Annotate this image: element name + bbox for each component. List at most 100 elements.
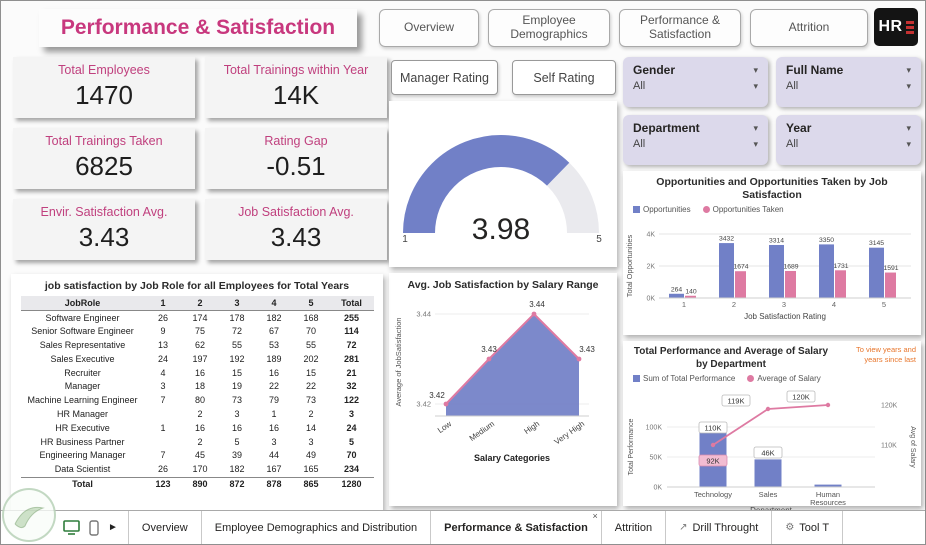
rating-gauge: 3.98 1 5 <box>402 135 602 246</box>
line-point-technology[interactable] <box>710 442 716 448</box>
bar-opportunities-taken-2[interactable] <box>735 271 746 299</box>
chevron-down-icon[interactable]: ▾ <box>753 139 758 150</box>
satisfaction-area[interactable] <box>446 314 579 417</box>
point-very-high[interactable] <box>576 356 582 362</box>
chart-label: 3314 <box>769 238 784 245</box>
column-header-jobrole[interactable]: JobRole <box>20 296 145 312</box>
desktop-view-icon[interactable] <box>63 520 80 535</box>
leaf-icon <box>14 506 45 529</box>
slicer-year[interactable]: Year ▾ All ▾ <box>776 115 921 165</box>
salary-satisfaction-chart: 3.44 3.423.42 Low 3.43 Medium 3.44 High 3.43 Ver… <box>394 300 595 463</box>
tab-scroll-right-icon[interactable]: ► <box>108 522 118 533</box>
chevron-down-icon[interactable]: ▾ <box>906 81 911 92</box>
line-point-human-resources[interactable] <box>825 402 831 408</box>
table-row-recruiter[interactable]: Recruiter 4 16 15 16 15 21 <box>21 366 374 380</box>
slicer-value-row[interactable]: All ▾ <box>786 80 911 92</box>
chart-label: Total Performance <box>628 418 635 475</box>
cell: 3 <box>308 436 314 447</box>
nav-button-employee-demographics[interactable]: Employee Demographics <box>488 9 610 47</box>
page-tab-performance-satisfaction[interactable]: Performance & Satisfaction × <box>430 511 601 544</box>
chevron-down-icon[interactable]: ▾ <box>753 65 758 76</box>
point-high[interactable] <box>531 311 537 317</box>
point-low[interactable] <box>443 401 449 407</box>
cell: 197 <box>192 353 208 364</box>
table-row-data-scientist[interactable]: Data Scientist 26 170 182 167 165 234 <box>21 463 374 477</box>
chevron-down-icon[interactable]: ▾ <box>906 65 911 76</box>
table-row-senior-software-engineer[interactable]: Senior Software Engineer 9 75 72 67 70 114 <box>21 325 374 339</box>
self-rating-button[interactable]: Self Rating <box>511 60 616 95</box>
bar-opportunities-2[interactable] <box>719 243 734 299</box>
chart-shape <box>712 404 829 446</box>
chevron-down-icon[interactable]: ▾ <box>906 123 911 134</box>
table-row-machine-learning-engineer[interactable]: Machine Learning Engineer 7 80 73 79 73 122 <box>21 394 374 408</box>
slicer-label: Full Name <box>786 63 844 77</box>
page-tab-tool-t[interactable]: ⚙ Tool T <box>771 511 844 544</box>
table-row-sales-representative[interactable]: Sales Representative 13 62 55 53 55 72 <box>21 339 374 353</box>
point-medium[interactable] <box>486 356 492 362</box>
bar-opportunities-taken-3[interactable] <box>785 271 796 299</box>
bar-sales[interactable] <box>754 459 782 487</box>
chevron-down-icon[interactable]: ▾ <box>906 139 911 150</box>
cell: 67 <box>268 326 279 337</box>
table-row-engineering-manager[interactable]: Engineering Manager 7 45 39 44 49 70 <box>21 449 374 463</box>
column-header-5[interactable]: 5 <box>292 296 330 312</box>
close-icon[interactable]: × <box>593 511 598 521</box>
opportunities-chart-card: Opportunities and Opportunities Taken by… <box>623 171 921 335</box>
chart-label: 0K <box>653 485 662 492</box>
table-row-sales-executive[interactable]: Sales Executive 24 197 192 189 202 281 <box>21 352 374 366</box>
slicer-gender[interactable]: Gender ▾ All ▾ <box>623 57 768 107</box>
page-tab-employee-demographics-and-distribution[interactable]: Employee Demographics and Distribution <box>200 511 430 544</box>
page-tab-drill-throught[interactable]: ↗ Drill Throught <box>665 511 771 544</box>
chevron-down-icon[interactable]: ▾ <box>753 123 758 134</box>
slicer-value-row[interactable]: All ▾ <box>633 80 758 92</box>
cell: 70 <box>346 450 357 461</box>
bar-opportunities-4[interactable] <box>819 244 834 299</box>
manager-rating-gauge-card: 3.98 1 5 <box>389 101 617 267</box>
bar-opportunities-1[interactable] <box>669 294 684 299</box>
cell: 182 <box>266 312 282 323</box>
bar-opportunities-5[interactable] <box>869 247 884 299</box>
cell: 1280 <box>329 476 374 492</box>
line-point-sales[interactable] <box>765 406 771 412</box>
cell: 15 <box>305 367 316 378</box>
column-header-4[interactable]: 4 <box>255 296 293 312</box>
table-row-hr-executive[interactable]: HR Executive 1 16 16 16 14 24 <box>21 421 374 435</box>
nav-button-attrition[interactable]: Attrition <box>750 9 868 47</box>
bar-opportunities-3[interactable] <box>769 245 784 299</box>
top-nav: Overview Employee Demographics Performance… <box>379 9 868 47</box>
nav-button-performance-satisfaction[interactable]: Performance & Satisfaction <box>619 9 741 47</box>
chart-label: 120K <box>881 403 898 410</box>
column-header-total[interactable]: Total <box>329 296 374 312</box>
chart-label: 1689 <box>783 264 798 271</box>
column-header-3[interactable]: 3 <box>218 296 256 312</box>
table-row-hr-manager[interactable]: HR Manager 2 3 1 2 3 <box>21 408 374 422</box>
chart-label: 3.43 <box>481 345 497 354</box>
hr-logo-text: HR <box>878 18 903 35</box>
chart-label: 2K <box>646 264 655 271</box>
manager-rating-button[interactable]: Manager Rating <box>391 60 498 95</box>
kpi-job-satisfaction-avg: Job Satisfaction Avg. 3.43 <box>205 199 387 260</box>
table-row-hr-business-partner[interactable]: HR Business Partner 2 5 3 3 5 <box>21 435 374 449</box>
column-header-1[interactable]: 1 <box>144 296 182 312</box>
nav-button-overview[interactable]: Overview <box>379 9 479 47</box>
chart-label: 46K <box>761 449 774 458</box>
performance-chart-card: To view years and years since last Total … <box>623 341 921 515</box>
table-row-software-engineer[interactable]: Software Engineer 26 174 178 182 168 255 <box>21 311 374 325</box>
table-row-manager[interactable]: Manager 3 18 19 22 22 32 <box>21 380 374 394</box>
cell: 3 <box>348 408 354 419</box>
slicer-value-row[interactable]: All ▾ <box>786 138 911 150</box>
cell: 73 <box>231 395 242 406</box>
slicer-value-row[interactable]: All ▾ <box>633 138 758 150</box>
chevron-down-icon[interactable]: ▾ <box>753 81 758 92</box>
chart-title: Avg. Job Satisfaction by Salary Range <box>407 279 599 291</box>
tab-label: Attrition <box>614 521 653 534</box>
bar-opportunities-taken-4[interactable] <box>835 270 846 299</box>
page-tab-attrition[interactable]: Attrition <box>600 511 665 544</box>
bar-opportunities-taken-5[interactable] <box>885 272 896 299</box>
slicer-department[interactable]: Department ▾ All ▾ <box>623 115 768 165</box>
slicer-full-name[interactable]: Full Name ▾ All ▾ <box>776 57 921 107</box>
page-tab-overview[interactable]: Overview <box>127 511 201 544</box>
mobile-view-icon[interactable] <box>89 519 99 536</box>
column-header-2[interactable]: 2 <box>181 296 219 312</box>
cell: 18 <box>194 381 205 392</box>
